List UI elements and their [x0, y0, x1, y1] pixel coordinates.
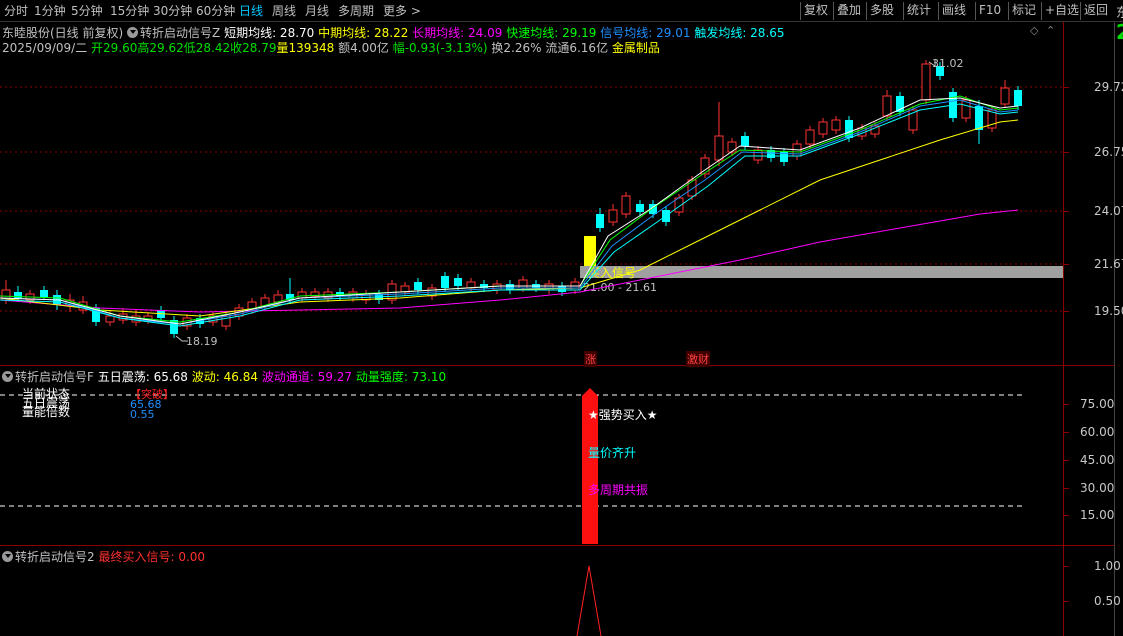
strong-buy-text: ★强势买入★: [588, 408, 658, 422]
final-buy-signal-value: 最终买入信号: 0.00: [98, 550, 206, 564]
panel-2-label-1: 1.00: [1094, 559, 1121, 573]
final-signal-spike: [576, 565, 602, 636]
price-label-1: 29.72: [1094, 80, 1123, 94]
back-button[interactable]: 返回: [1080, 2, 1111, 20]
panel-divider-2: [0, 545, 1114, 546]
low-price-label: 18.19: [186, 335, 218, 348]
candle-body: [714, 135, 724, 161]
candle-body: [414, 282, 422, 290]
price-label-2: 26.75: [1094, 145, 1123, 159]
candle-body: [805, 129, 815, 145]
candle-body: [741, 136, 749, 146]
sidebar-green-value: 2: [1116, 20, 1123, 44]
panel-f-label-2: 60.00: [1080, 425, 1115, 439]
candle-body: [518, 279, 528, 289]
panel-2-header: 转折启动信号2 最终买入信号: 0.00: [2, 548, 205, 565]
candle-body: [40, 290, 48, 297]
candle-body: [608, 209, 618, 223]
candle-body: [492, 283, 502, 291]
candle-body: [687, 179, 697, 197]
price-label-3: 24.07: [1094, 204, 1123, 218]
sidebar-border: [1114, 22, 1115, 636]
candle-body: [636, 204, 644, 212]
price-label-4: 21.67: [1094, 257, 1123, 271]
candle-body: [621, 195, 631, 215]
volume-ratio-value: 0.55: [130, 408, 155, 421]
high-price-label: 31.02: [932, 57, 964, 70]
panel-2-dropdown-icon[interactable]: [2, 551, 13, 562]
volume-ratio-label: 量能倍数: [22, 405, 71, 419]
moving-average-line: [0, 103, 1019, 327]
candle-body: [454, 278, 462, 286]
candle-body: [105, 315, 115, 323]
price-label-5: 19.50: [1094, 304, 1123, 318]
price-axis-border: [1063, 22, 1064, 636]
candle-body: [727, 141, 737, 153]
candle-body: [882, 95, 892, 117]
candle-body: [297, 291, 307, 299]
candle-body: [831, 119, 841, 131]
panel-f-left-labels: 当前状态 五日震荡 量能倍数: [22, 388, 71, 419]
candle-body: [1014, 90, 1022, 106]
panel-f-label-1: 75.00: [1080, 397, 1115, 411]
volume-price-rise-text: 量价齐升: [588, 446, 637, 460]
multi-period-resonance-text: 多周期共振: [588, 483, 649, 497]
panel-f-label-5: 15.00: [1080, 508, 1115, 522]
candle-body: [506, 284, 514, 290]
panel-f-label-3: 45.00: [1080, 453, 1115, 467]
panel-2-label-2: 0.50: [1094, 594, 1121, 608]
candle-body: [921, 63, 931, 101]
candle-body: [1000, 87, 1010, 105]
sidebar-top-char: 东: [1116, 6, 1123, 21]
panel-2-title[interactable]: 转折启动信号2: [15, 550, 95, 564]
candle-body: [753, 149, 763, 161]
moving-average-line: [0, 209, 1019, 313]
panel-f-left-values: 【突破】 65.68 0.55: [130, 389, 174, 421]
panel-f-label-4: 30.00: [1080, 481, 1115, 495]
candle-body: [818, 121, 828, 135]
candle-body: [441, 276, 449, 288]
candlestick-chart: [0, 60, 1022, 342]
candle-body: [596, 214, 604, 228]
